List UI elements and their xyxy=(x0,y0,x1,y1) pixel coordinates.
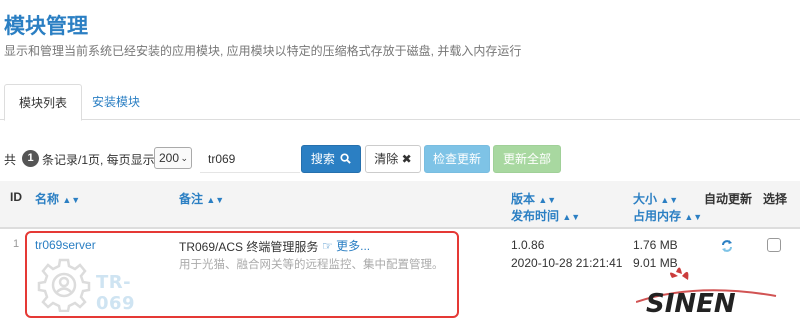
header-name-label: 名称 xyxy=(35,192,60,206)
search-icon xyxy=(340,153,351,164)
header-remark[interactable]: 备注 ▲▼ xyxy=(179,190,224,207)
brand-watermark: SINEN xyxy=(635,262,786,319)
search-button-label: 搜索 xyxy=(310,152,335,166)
page-title: 模块管理 xyxy=(4,15,88,38)
check-update-button[interactable]: 检查更新 xyxy=(424,145,490,173)
header-id: ID xyxy=(10,190,22,204)
watermark-text: SINEN xyxy=(646,289,736,318)
sort-icon: ▲▼ xyxy=(206,195,225,205)
module-name-link[interactable]: tr069server xyxy=(35,238,96,252)
page-size-select[interactable]: 200 ⌄ xyxy=(154,147,192,169)
close-icon: ✖ xyxy=(401,152,412,166)
module-version: 1.0.86 xyxy=(511,238,545,252)
page-description: 显示和管理当前系统已经安装的应用模块, 应用模块以特定的压缩格式存放于磁盘, 并… xyxy=(4,44,522,58)
header-remark-label: 备注 xyxy=(179,192,204,206)
sort-icon: ▲▼ xyxy=(660,195,679,205)
clear-button-label: 清除 xyxy=(374,152,399,166)
toolbar: 共 1 条记录/1页, 每页显示 200 ⌄ tr069 搜索 清除 ✖ 检查更… xyxy=(4,145,800,173)
more-link-label: 更多... xyxy=(336,239,371,253)
header-memory-label: 占用内存 xyxy=(633,209,682,223)
page-size-value: 200 xyxy=(159,151,180,165)
update-all-button[interactable]: 更新全部 xyxy=(493,145,561,173)
sort-icon: ▲▼ xyxy=(538,195,557,205)
refresh-icon[interactable] xyxy=(720,239,734,256)
search-input[interactable]: tr069 xyxy=(200,145,300,173)
sort-icon: ▲▼ xyxy=(62,195,81,205)
records-summary: 条记录/1页, 每页显示 xyxy=(42,153,155,167)
module-logo-text: TR-069 xyxy=(96,272,136,314)
module-logo: TR-069 xyxy=(36,256,168,314)
header-name[interactable]: 名称 ▲▼ xyxy=(35,190,80,207)
header-version-label: 版本 xyxy=(511,192,536,206)
tab-install-module[interactable]: 安装模块 xyxy=(78,84,154,120)
header-size[interactable]: 大小 ▲▼ xyxy=(633,190,678,207)
header-pubtime[interactable]: 发布时间 ▲▼ xyxy=(511,207,580,224)
clear-button[interactable]: 清除 ✖ xyxy=(365,145,421,173)
sort-icon: ▲▼ xyxy=(562,212,581,222)
search-button[interactable]: 搜索 xyxy=(301,145,361,173)
gear-icon xyxy=(37,258,91,313)
header-memory[interactable]: 占用内存 ▲▼ xyxy=(633,207,702,224)
module-pubtime: 2020-10-28 21:21:41 xyxy=(511,256,623,270)
module-size: 1.76 MB xyxy=(633,238,678,252)
header-version[interactable]: 版本 ▲▼ xyxy=(511,190,556,207)
tab-module-list[interactable]: 模块列表 xyxy=(4,84,83,121)
module-remark-detail: 用于光猫、融合网关等的远程监控、集中配置管理。 xyxy=(179,259,444,271)
header-pubtime-label: 发布时间 xyxy=(511,209,560,223)
records-prefix: 共 xyxy=(4,153,17,167)
table-header: ID 名称 ▲▼ 备注 ▲▼ 版本 ▲▼ 发布时间 ▲▼ 大小 ▲▼ 占用内存 … xyxy=(0,181,800,229)
sort-icon: ▲▼ xyxy=(684,212,703,222)
record-count-badge: 1 xyxy=(22,150,39,167)
row-select-checkbox[interactable] xyxy=(767,238,781,252)
header-size-label: 大小 xyxy=(633,192,658,206)
header-select: 选择 xyxy=(763,192,788,206)
tab-bar: 模块列表 安装模块 xyxy=(0,84,800,121)
chevron-down-icon: ⌄ xyxy=(180,153,188,163)
hand-pointer-icon: ☞ xyxy=(322,239,333,253)
row-number: 1 xyxy=(13,238,20,250)
module-remark: TR069/ACS 终端管理服务 xyxy=(179,240,319,254)
header-auto-update: 自动更新 xyxy=(704,192,753,206)
more-link[interactable]: ☞ 更多... xyxy=(322,237,370,254)
